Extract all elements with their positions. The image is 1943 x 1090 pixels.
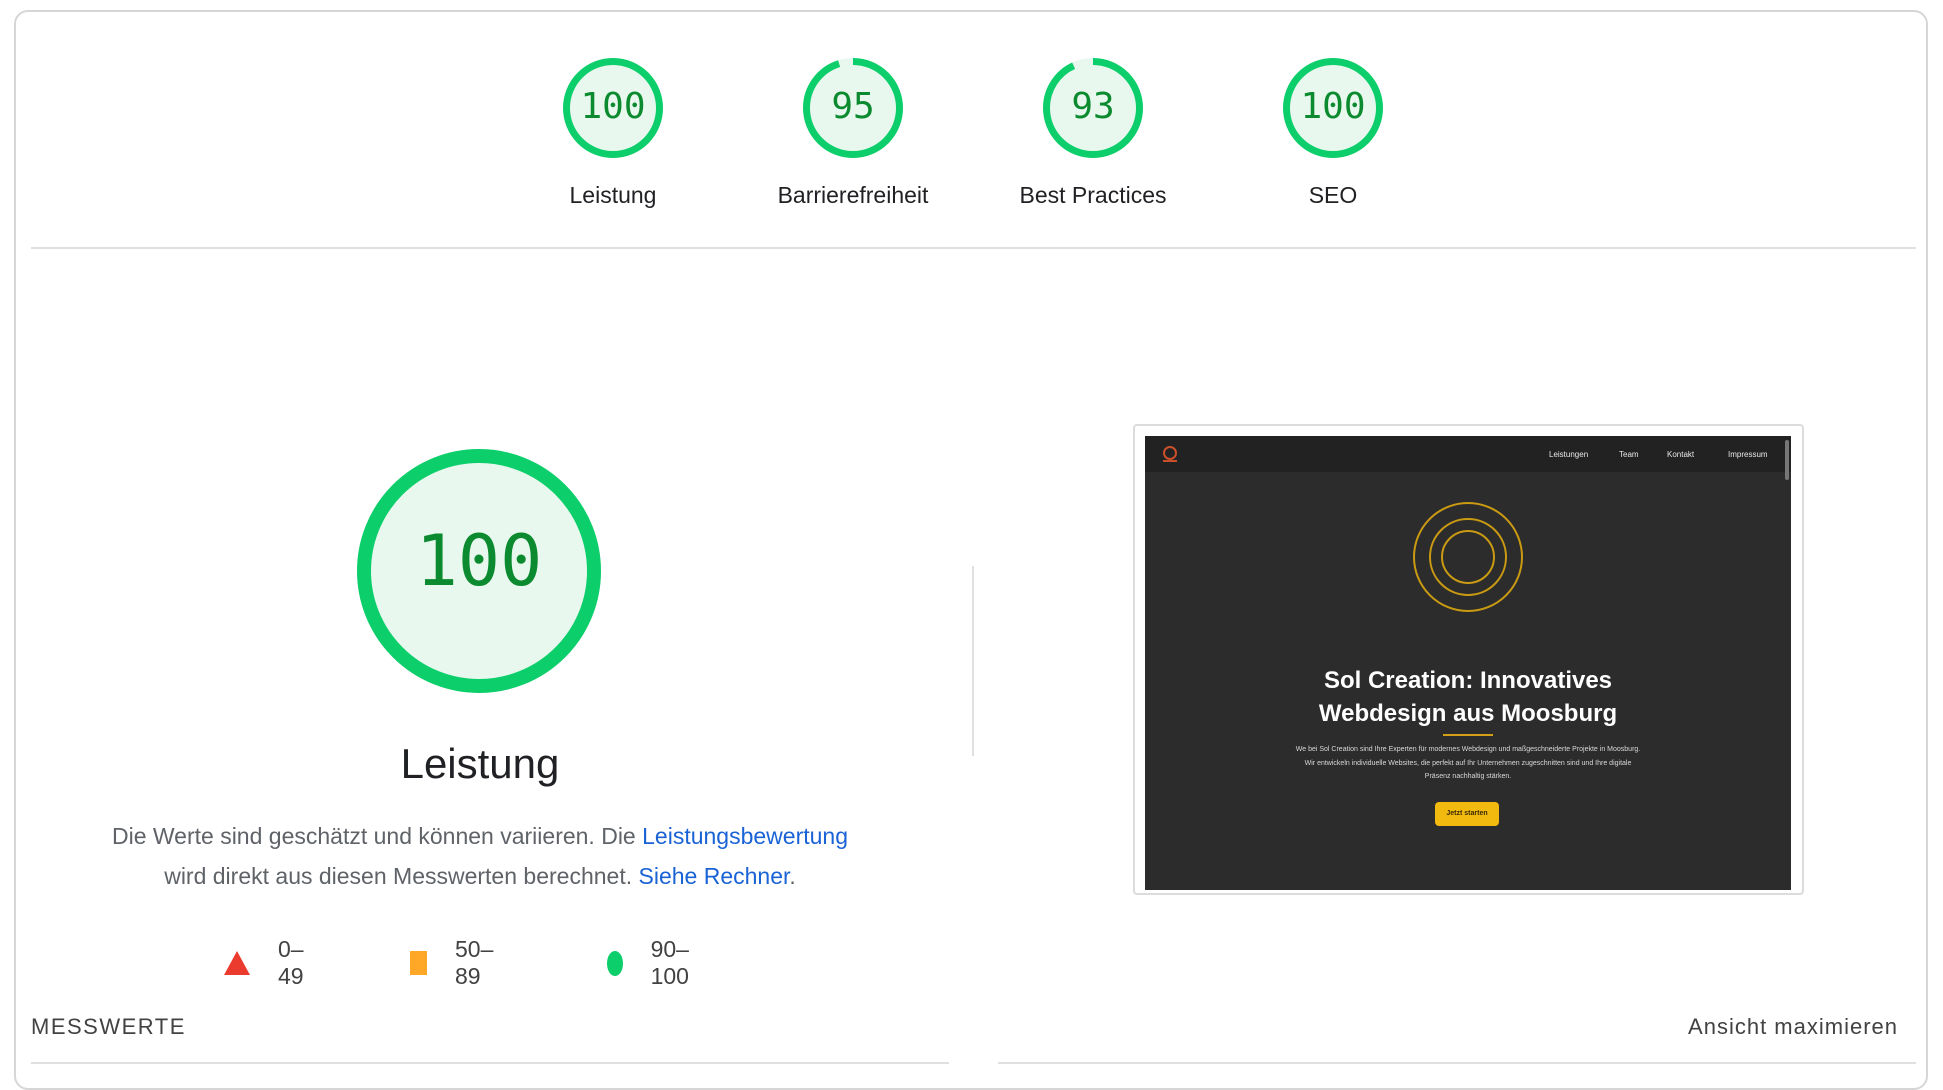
gauge-score: 100 — [1300, 86, 1366, 127]
score-description: Die Werte sind geschätzt und können vari… — [80, 816, 880, 896]
site-logo-icon — [1163, 446, 1177, 462]
expand-view-toggle[interactable]: Ansicht maximieren — [1688, 1014, 1898, 1040]
gauge-score: 93 — [1071, 86, 1115, 127]
triangle-icon — [224, 951, 250, 975]
site-headline: Sol Creation: Innovatives Webdesign aus … — [1145, 664, 1791, 730]
legend-pass: 90–100 — [607, 936, 698, 990]
gauge-score: 95 — [831, 86, 875, 127]
legend-fail-label: 0–49 — [278, 936, 304, 989]
site-scrollbar — [1785, 440, 1789, 480]
site-nav-item: Kontakt — [1667, 450, 1695, 459]
category-gauge-seo[interactable]: 100 SEO — [1213, 58, 1453, 209]
legend-fail: 0–49 — [224, 936, 304, 990]
category-gauge-best-practices[interactable]: 93 Best Practices — [973, 58, 1213, 209]
gauge-label: Leistung — [569, 182, 657, 208]
site-cta-button: Jetzt starten — [1435, 802, 1499, 826]
performance-score: 100 — [415, 520, 543, 602]
metrics-section-label: MESSWERTE — [31, 1014, 186, 1039]
metrics-rule-left — [31, 1062, 949, 1064]
gauges-divider — [31, 247, 1916, 249]
site-navbar: Leistungen Team Kontakt Impressum — [1145, 436, 1791, 472]
performance-scoring-link[interactable]: Leistungsbewertung — [642, 823, 848, 849]
legend-pass-label: 90–100 — [650, 936, 689, 989]
performance-title: Leistung — [400, 740, 560, 787]
screenshot-website: Leistungen Team Kontakt Impressum Sol Cr… — [1145, 436, 1791, 890]
site-accent-rule — [1443, 734, 1493, 736]
site-headline-line: Webdesign aus Moosburg — [1318, 700, 1618, 727]
site-paragraph: We bei Sol Creation sind Ihre Experten f… — [1295, 746, 1641, 780]
gauge-label: SEO — [1308, 182, 1358, 208]
gauge-label: Barrierefreiheit — [777, 182, 929, 208]
circle-icon — [607, 950, 623, 976]
desc-text: . — [789, 863, 796, 889]
site-nav-item: Impressum — [1728, 450, 1768, 459]
metrics-rule-right — [998, 1062, 1916, 1064]
site-nav-item: Team — [1619, 450, 1639, 459]
calculator-link[interactable]: Siehe Rechner — [639, 863, 790, 889]
square-icon — [410, 951, 428, 975]
gauge-label: Best Practices — [1019, 182, 1167, 208]
category-gauge-performance[interactable]: 100 Leistung — [493, 58, 733, 209]
site-nav-item: Leistungen — [1549, 450, 1589, 459]
gauge-score: 100 — [580, 86, 646, 127]
vertical-divider — [972, 566, 974, 756]
sun-rings-icon — [1413, 502, 1523, 612]
legend-average-label: 50–89 — [455, 936, 494, 989]
desc-text: Die Werte sind geschätzt und können vari… — [111, 823, 643, 849]
site-headline-line: Sol Creation: Innovatives — [1323, 667, 1613, 694]
legend-average: 50–89 — [410, 936, 500, 990]
page-screenshot[interactable]: Leistungen Team Kontakt Impressum Sol Cr… — [1133, 424, 1804, 895]
category-gauge-accessibility[interactable]: 95 Barrierefreiheit — [733, 58, 973, 209]
desc-text: wird direkt aus diesen Messwerten berech… — [164, 863, 639, 889]
